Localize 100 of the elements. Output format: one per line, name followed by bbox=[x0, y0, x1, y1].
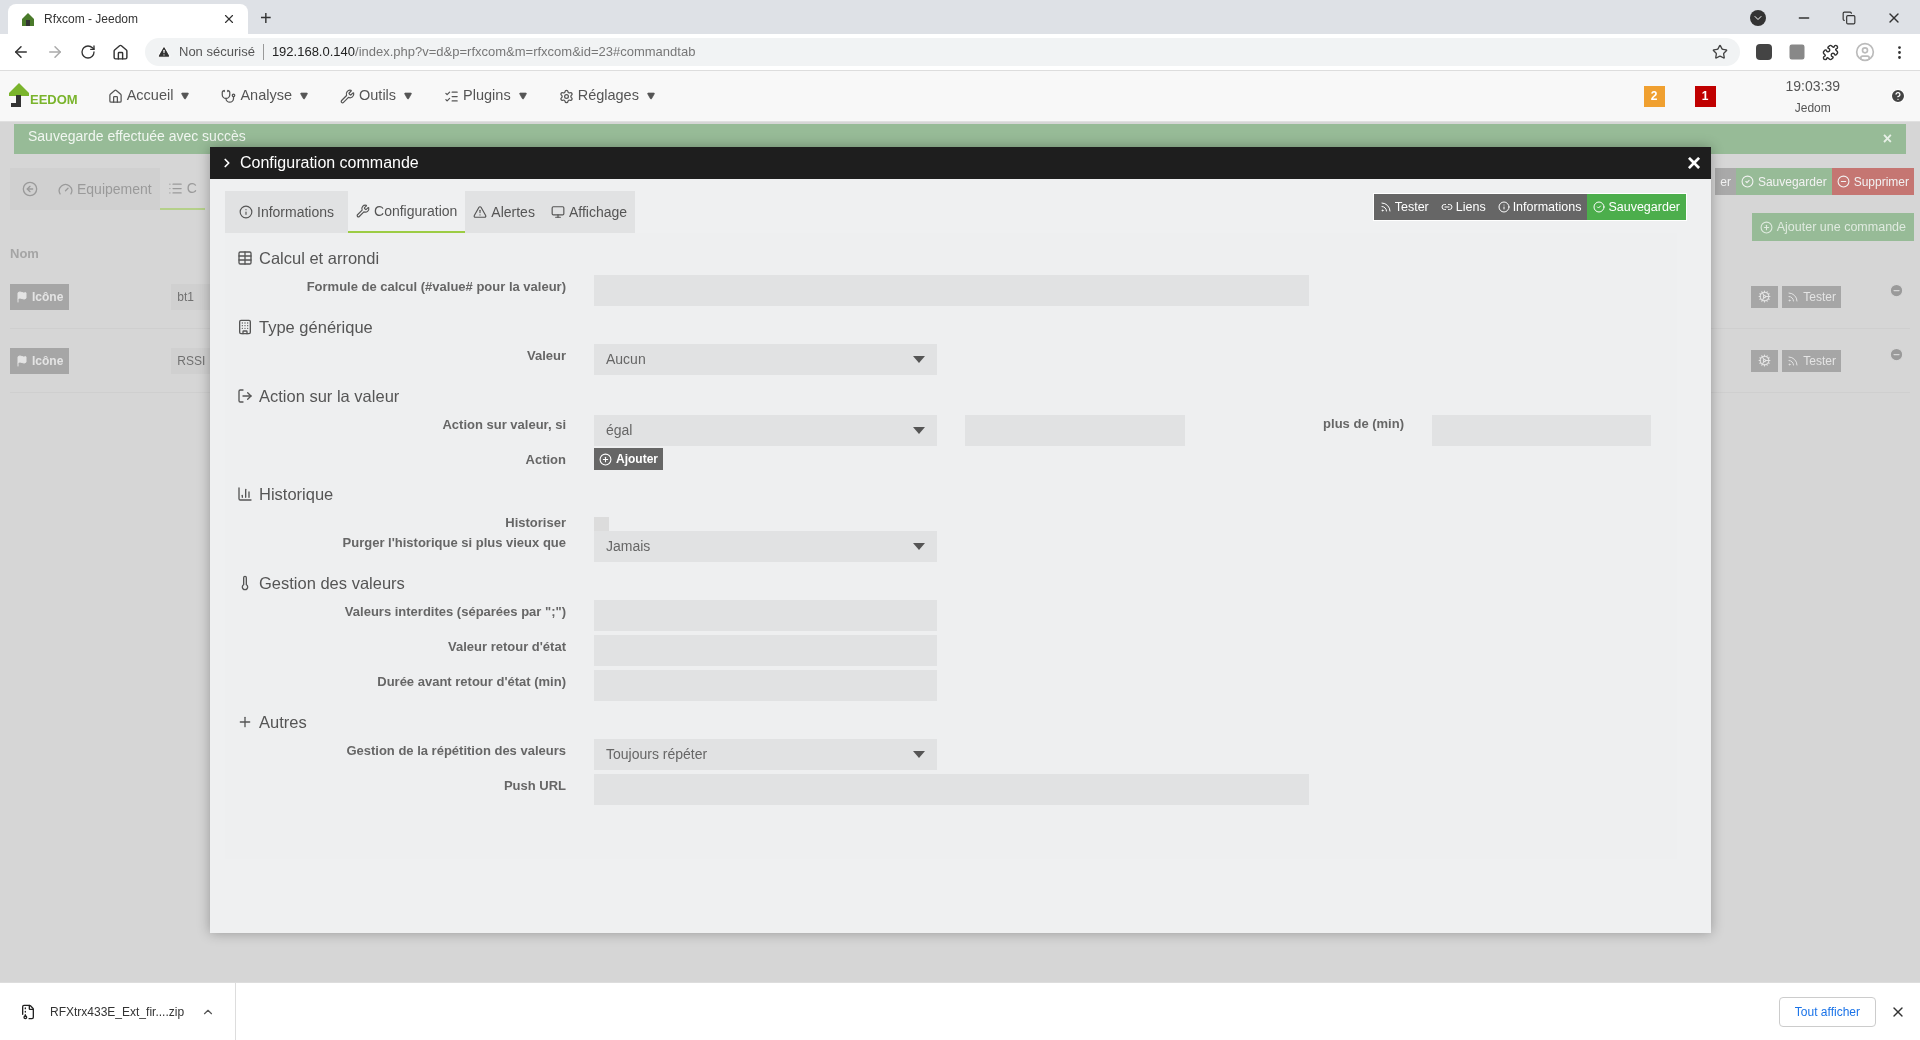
plus-circle-icon bbox=[1759, 220, 1773, 234]
list-icon bbox=[167, 180, 183, 196]
tab-search-icon[interactable] bbox=[1750, 10, 1766, 26]
archive-icon bbox=[20, 1003, 36, 1020]
nav-menu[interactable]: Analyse bbox=[211, 85, 318, 107]
table-icon bbox=[237, 250, 253, 266]
url-text: 192.168.0.140/index.php?v=d&p=rfxcom&m=rfxcom&id=23#commandtab bbox=[271, 43, 696, 62]
field-label: Action bbox=[524, 451, 567, 469]
warning-icon bbox=[157, 45, 171, 59]
settings-button[interactable] bbox=[1751, 285, 1779, 308]
caret-icon bbox=[646, 92, 655, 100]
action-button[interactable]: Sauvegarder bbox=[1587, 194, 1686, 220]
plus-icon bbox=[237, 714, 253, 730]
nav-menu[interactable]: Plugins bbox=[434, 85, 537, 107]
forward-icon[interactable] bbox=[46, 43, 64, 61]
action-button[interactable]: Supprimer bbox=[1831, 168, 1914, 195]
section-title: Action sur la valeur bbox=[259, 385, 400, 407]
address-bar[interactable]: Non sécurisé 192.168.0.140/index.php?v=d&p=rfxcom&m=rfxcom&id=23#commandtab bbox=[145, 38, 1740, 66]
close-button[interactable]: × bbox=[1687, 151, 1701, 175]
field-label: Valeur bbox=[525, 347, 567, 365]
gears-icon bbox=[1758, 290, 1772, 303]
field-label: Purger l'historique si plus vieux que bbox=[341, 534, 567, 552]
gear-icon bbox=[558, 88, 574, 104]
reload-icon[interactable] bbox=[80, 44, 96, 60]
field-label: plus de (min) bbox=[1322, 415, 1405, 433]
plus-circle-icon bbox=[599, 452, 612, 466]
field-label: Historiser bbox=[504, 514, 567, 531]
select-field[interactable]: Aucun bbox=[594, 344, 937, 375]
home-icon[interactable] bbox=[112, 43, 129, 61]
caret-icon bbox=[518, 92, 527, 100]
modal-title: Configuration commande bbox=[240, 153, 419, 173]
flag-icon bbox=[16, 354, 28, 367]
caret-icon bbox=[913, 356, 925, 363]
modal-tab[interactable]: Informations bbox=[225, 191, 349, 233]
link-icon bbox=[1440, 201, 1453, 213]
caret-icon bbox=[913, 751, 925, 758]
home-icon bbox=[107, 88, 123, 104]
caret-icon bbox=[913, 543, 925, 550]
caret-icon bbox=[913, 427, 925, 434]
field-label: Action sur valeur, si bbox=[441, 416, 567, 434]
remove-icon[interactable] bbox=[1889, 347, 1904, 362]
rss-icon bbox=[1379, 201, 1392, 213]
nav-menu[interactable]: Accueil bbox=[97, 85, 200, 107]
section-title: Autres bbox=[259, 711, 307, 733]
user-name: Jedom bbox=[1794, 99, 1831, 117]
caret-icon bbox=[181, 92, 190, 100]
action-button[interactable]: Informations bbox=[1491, 194, 1588, 220]
exit-icon bbox=[237, 388, 253, 404]
modal-tab[interactable]: Alertes bbox=[465, 191, 543, 233]
field-label: Push URL bbox=[502, 777, 567, 795]
browser-tab[interactable]: Rfxcom - Jeedom bbox=[8, 4, 248, 34]
notification-badge[interactable]: 1 bbox=[1694, 85, 1716, 107]
action-button[interactable]: Liens bbox=[1434, 194, 1492, 220]
section-title: Calcul et arrondi bbox=[259, 247, 380, 269]
add-button[interactable]: Ajouter bbox=[594, 448, 663, 470]
monitor-icon bbox=[550, 205, 565, 219]
select-field[interactable]: égal bbox=[594, 415, 937, 446]
nav-menu[interactable]: Outils bbox=[330, 85, 423, 107]
checklist-icon bbox=[444, 88, 460, 104]
house-icon bbox=[20, 11, 36, 27]
rss-icon bbox=[1787, 354, 1800, 367]
modal-tab[interactable]: Configuration bbox=[348, 191, 466, 233]
select-field[interactable]: Jamais bbox=[594, 531, 937, 562]
minus-circle-icon bbox=[1836, 175, 1850, 188]
bar-chart-icon bbox=[237, 486, 253, 502]
back-icon[interactable] bbox=[12, 43, 30, 61]
modal-tab[interactable]: Affichage bbox=[542, 191, 636, 233]
section-title: Historique bbox=[259, 483, 334, 505]
gauge-icon bbox=[58, 181, 73, 197]
wrench-icon bbox=[356, 204, 371, 218]
section-title: Type générique bbox=[259, 316, 373, 338]
select-field[interactable]: Toujours répéter bbox=[594, 739, 937, 770]
field-label: Durée avant retour d'état (min) bbox=[376, 673, 567, 691]
field-label: Valeurs interdites (séparées par ";") bbox=[343, 603, 567, 621]
settings-button[interactable] bbox=[1751, 349, 1779, 372]
restore-icon[interactable] bbox=[1842, 11, 1856, 25]
field-label: Valeur retour d'état bbox=[447, 638, 567, 656]
action-button[interactable]: Tester bbox=[1373, 194, 1435, 220]
new-tab-button[interactable]: + bbox=[260, 8, 272, 28]
avatar-icon[interactable] bbox=[1855, 42, 1875, 62]
check-circle-icon bbox=[1593, 201, 1606, 213]
caret-icon bbox=[404, 92, 413, 100]
nav-menu[interactable]: Réglages bbox=[548, 85, 665, 107]
help-icon[interactable] bbox=[1890, 88, 1906, 104]
remove-icon[interactable] bbox=[1889, 283, 1904, 298]
info-icon bbox=[239, 205, 253, 219]
star-icon[interactable] bbox=[1712, 44, 1728, 60]
notification-text: Sauvegarde effectuée avec succès bbox=[28, 126, 246, 146]
rss-icon bbox=[1787, 290, 1800, 303]
section-title: Gestion des valeurs bbox=[259, 572, 405, 594]
field-label: Gestion de la répétition des valeurs bbox=[345, 742, 567, 760]
caret-icon bbox=[300, 92, 308, 100]
flag-icon bbox=[16, 290, 28, 303]
close-icon[interactable] bbox=[222, 12, 236, 26]
show-all-button[interactable]: Tout afficher bbox=[1778, 996, 1876, 1027]
download-file[interactable]: RFXtrx433E_Ext_fir....zip bbox=[50, 1002, 185, 1021]
gears-icon bbox=[1758, 354, 1772, 367]
puzzle-icon[interactable] bbox=[1822, 43, 1839, 61]
building-icon bbox=[237, 319, 253, 335]
logo-text: EEDOM bbox=[30, 90, 78, 109]
